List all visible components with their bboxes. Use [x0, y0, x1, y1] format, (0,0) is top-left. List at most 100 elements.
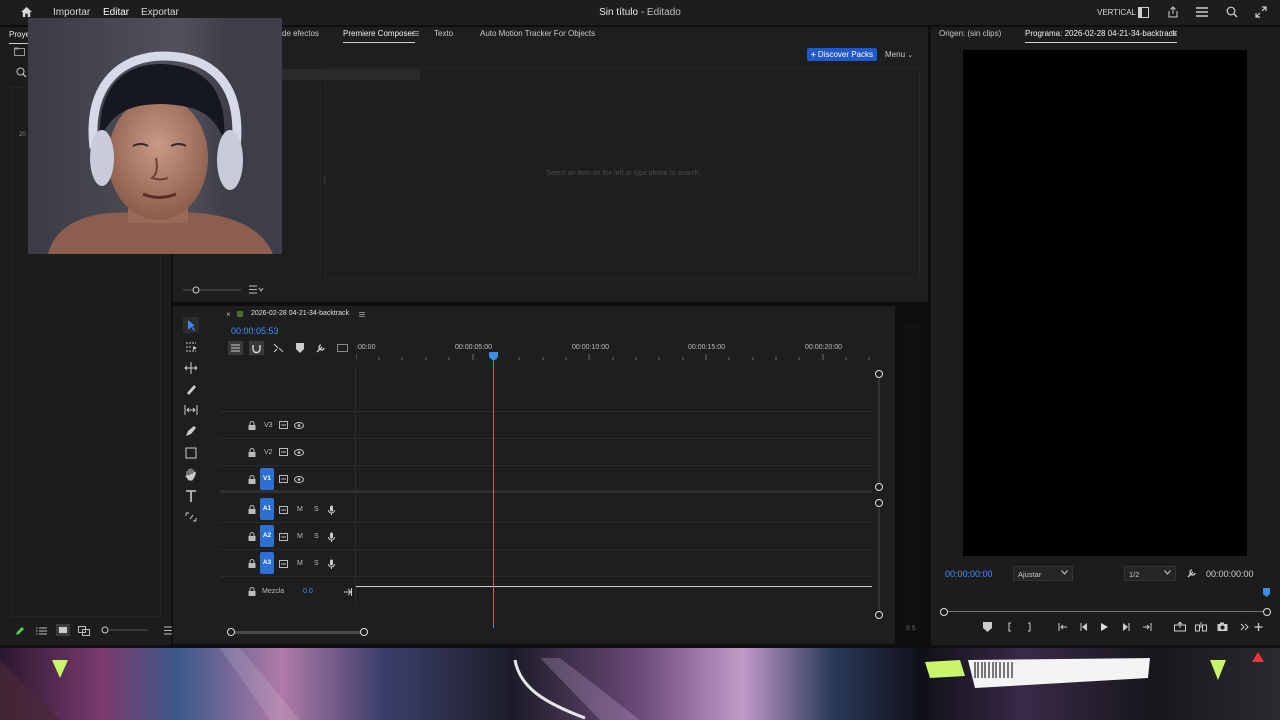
- rectangle-tool-icon[interactable]: [181, 444, 201, 462]
- lift-icon[interactable]: [1174, 622, 1186, 632]
- share-icon[interactable]: [1167, 6, 1179, 18]
- program-timecode[interactable]: 00:00:00:00: [945, 569, 993, 579]
- selection-tool-icon[interactable]: [181, 316, 201, 334]
- time-ruler[interactable]: [356, 354, 872, 360]
- expand-icon[interactable]: [1255, 6, 1267, 18]
- auto-reframe-tool-icon[interactable]: [181, 508, 201, 526]
- captions-icon[interactable]: [337, 344, 348, 352]
- hand-tool-icon[interactable]: [181, 465, 201, 483]
- extract-icon[interactable]: [1195, 622, 1207, 632]
- track-target-v1[interactable]: V1: [260, 468, 274, 490]
- close-sequence-icon[interactable]: ×: [226, 310, 231, 319]
- tab-menu-icon[interactable]: [413, 31, 419, 36]
- step-forward-icon[interactable]: [1121, 622, 1130, 632]
- add-marker-icon[interactable]: [983, 622, 992, 632]
- tab-proyecto[interactable]: Proye: [9, 30, 30, 44]
- go-to-out-icon[interactable]: [1142, 622, 1152, 632]
- eye-icon[interactable]: [294, 449, 304, 456]
- timeline-timecode[interactable]: 00:00:05:53: [231, 326, 279, 336]
- solo-button[interactable]: S: [314, 506, 319, 513]
- track-select-tool-icon[interactable]: [181, 338, 201, 356]
- go-to-in-icon[interactable]: [1058, 622, 1068, 632]
- horizontal-zoom-scrollbar[interactable]: [231, 631, 365, 634]
- tab-premiere-composer[interactable]: Premiere Composer: [343, 29, 415, 43]
- track-row-v1[interactable]: [220, 466, 872, 493]
- eye-icon[interactable]: [294, 422, 304, 429]
- scrub-handle-right[interactable]: [1262, 607, 1272, 617]
- track-target-a1[interactable]: A1: [260, 498, 274, 520]
- zoom-slider[interactable]: [100, 625, 150, 635]
- mark-in-icon[interactable]: [1007, 622, 1013, 632]
- fit-dropdown[interactable]: Ajustar: [1013, 566, 1073, 581]
- workspace-label[interactable]: VERTICAL: [1097, 8, 1136, 17]
- icon-view-icon[interactable]: [56, 624, 70, 636]
- camera-icon[interactable]: [1217, 622, 1228, 632]
- panel-menu-icon[interactable]: [164, 626, 172, 635]
- vertical-scroll-mid-handle[interactable]: [874, 482, 884, 492]
- discover-packs-button[interactable]: + Discover Packs: [807, 48, 877, 61]
- lock-icon[interactable]: [248, 532, 256, 541]
- razor-tool-icon[interactable]: [181, 380, 201, 398]
- play-icon[interactable]: [1100, 622, 1109, 632]
- snap-icon[interactable]: [249, 341, 264, 355]
- solo-button[interactable]: S: [314, 560, 319, 567]
- more-controls-icon[interactable]: [1240, 622, 1249, 632]
- zoom-handle-right[interactable]: [359, 627, 369, 637]
- thumbnail-size-slider[interactable]: [183, 285, 243, 295]
- playhead-handle[interactable]: [489, 352, 498, 361]
- freeform-view-icon[interactable]: [78, 626, 90, 636]
- folder-icon[interactable]: [14, 47, 25, 56]
- microphone-icon[interactable]: [328, 559, 335, 569]
- vertical-scroll-bottom-handle[interactable]: [874, 610, 884, 620]
- lock-icon[interactable]: [248, 587, 256, 596]
- vertical-scrollbar-audio[interactable]: [878, 508, 880, 610]
- step-back-icon[interactable]: [1080, 622, 1089, 632]
- go-to-end-icon[interactable]: [344, 588, 352, 596]
- sync-lock-icon[interactable]: [279, 560, 288, 568]
- mute-button[interactable]: M: [297, 533, 303, 540]
- vertical-scroll-top-handle[interactable]: [874, 369, 884, 379]
- slip-tool-icon[interactable]: [181, 401, 201, 419]
- sequence-menu-icon[interactable]: [359, 312, 365, 317]
- tab-auto-motion-tracker[interactable]: Auto Motion Tracker For Objects: [480, 29, 595, 38]
- sync-lock-icon[interactable]: [279, 421, 288, 429]
- composer-menu-button[interactable]: Menu ⌄: [885, 50, 913, 59]
- layout-icon[interactable]: [1138, 7, 1149, 18]
- microphone-icon[interactable]: [328, 532, 335, 542]
- sync-lock-icon[interactable]: [279, 475, 288, 483]
- pen-tool-icon[interactable]: [181, 422, 201, 440]
- mute-button[interactable]: M: [297, 560, 303, 567]
- hamburger-menu-icon[interactable]: [1196, 7, 1208, 17]
- lock-icon[interactable]: [248, 448, 256, 457]
- pencil-icon[interactable]: [15, 626, 25, 636]
- nest-toggle-icon[interactable]: [228, 341, 243, 355]
- lock-icon[interactable]: [248, 421, 256, 430]
- zoom-handle-left[interactable]: [226, 627, 236, 637]
- wrench-icon[interactable]: [316, 343, 326, 353]
- add-button-icon[interactable]: [1254, 622, 1263, 632]
- mute-button[interactable]: M: [297, 506, 303, 513]
- type-tool-icon[interactable]: [181, 487, 201, 505]
- sequence-tab[interactable]: 2026-02-28 04-21-34-backtrack: [251, 310, 349, 317]
- sync-lock-icon[interactable]: [279, 533, 288, 541]
- program-tab-menu-icon[interactable]: [1171, 31, 1177, 36]
- scrub-handle-left[interactable]: [939, 607, 949, 617]
- linked-selection-icon[interactable]: [273, 343, 284, 353]
- microphone-icon[interactable]: [328, 505, 335, 515]
- splitter-handle[interactable]: ⋮: [321, 177, 328, 185]
- meter-solo-label[interactable]: S S: [906, 626, 916, 632]
- sync-lock-icon[interactable]: [279, 506, 288, 514]
- track-target-a2[interactable]: A2: [260, 525, 274, 547]
- program-video-display[interactable]: [963, 50, 1247, 556]
- vertical-scroll-audio-top-handle[interactable]: [874, 498, 884, 508]
- lock-icon[interactable]: [248, 505, 256, 514]
- track-row-v3[interactable]: [220, 412, 872, 439]
- sort-menu-icon[interactable]: [249, 285, 265, 294]
- tab-program-monitor[interactable]: Programa: 2026-02-28 04-21-34-backtrack: [1025, 29, 1177, 43]
- lock-icon[interactable]: [248, 559, 256, 568]
- mix-value[interactable]: 0.0: [303, 588, 313, 595]
- track-target-a3[interactable]: A3: [260, 552, 274, 574]
- search-icon[interactable]: [1226, 6, 1238, 18]
- tab-efectos[interactable]: de efectos: [282, 29, 319, 38]
- resolution-dropdown[interactable]: 1/2: [1124, 566, 1176, 581]
